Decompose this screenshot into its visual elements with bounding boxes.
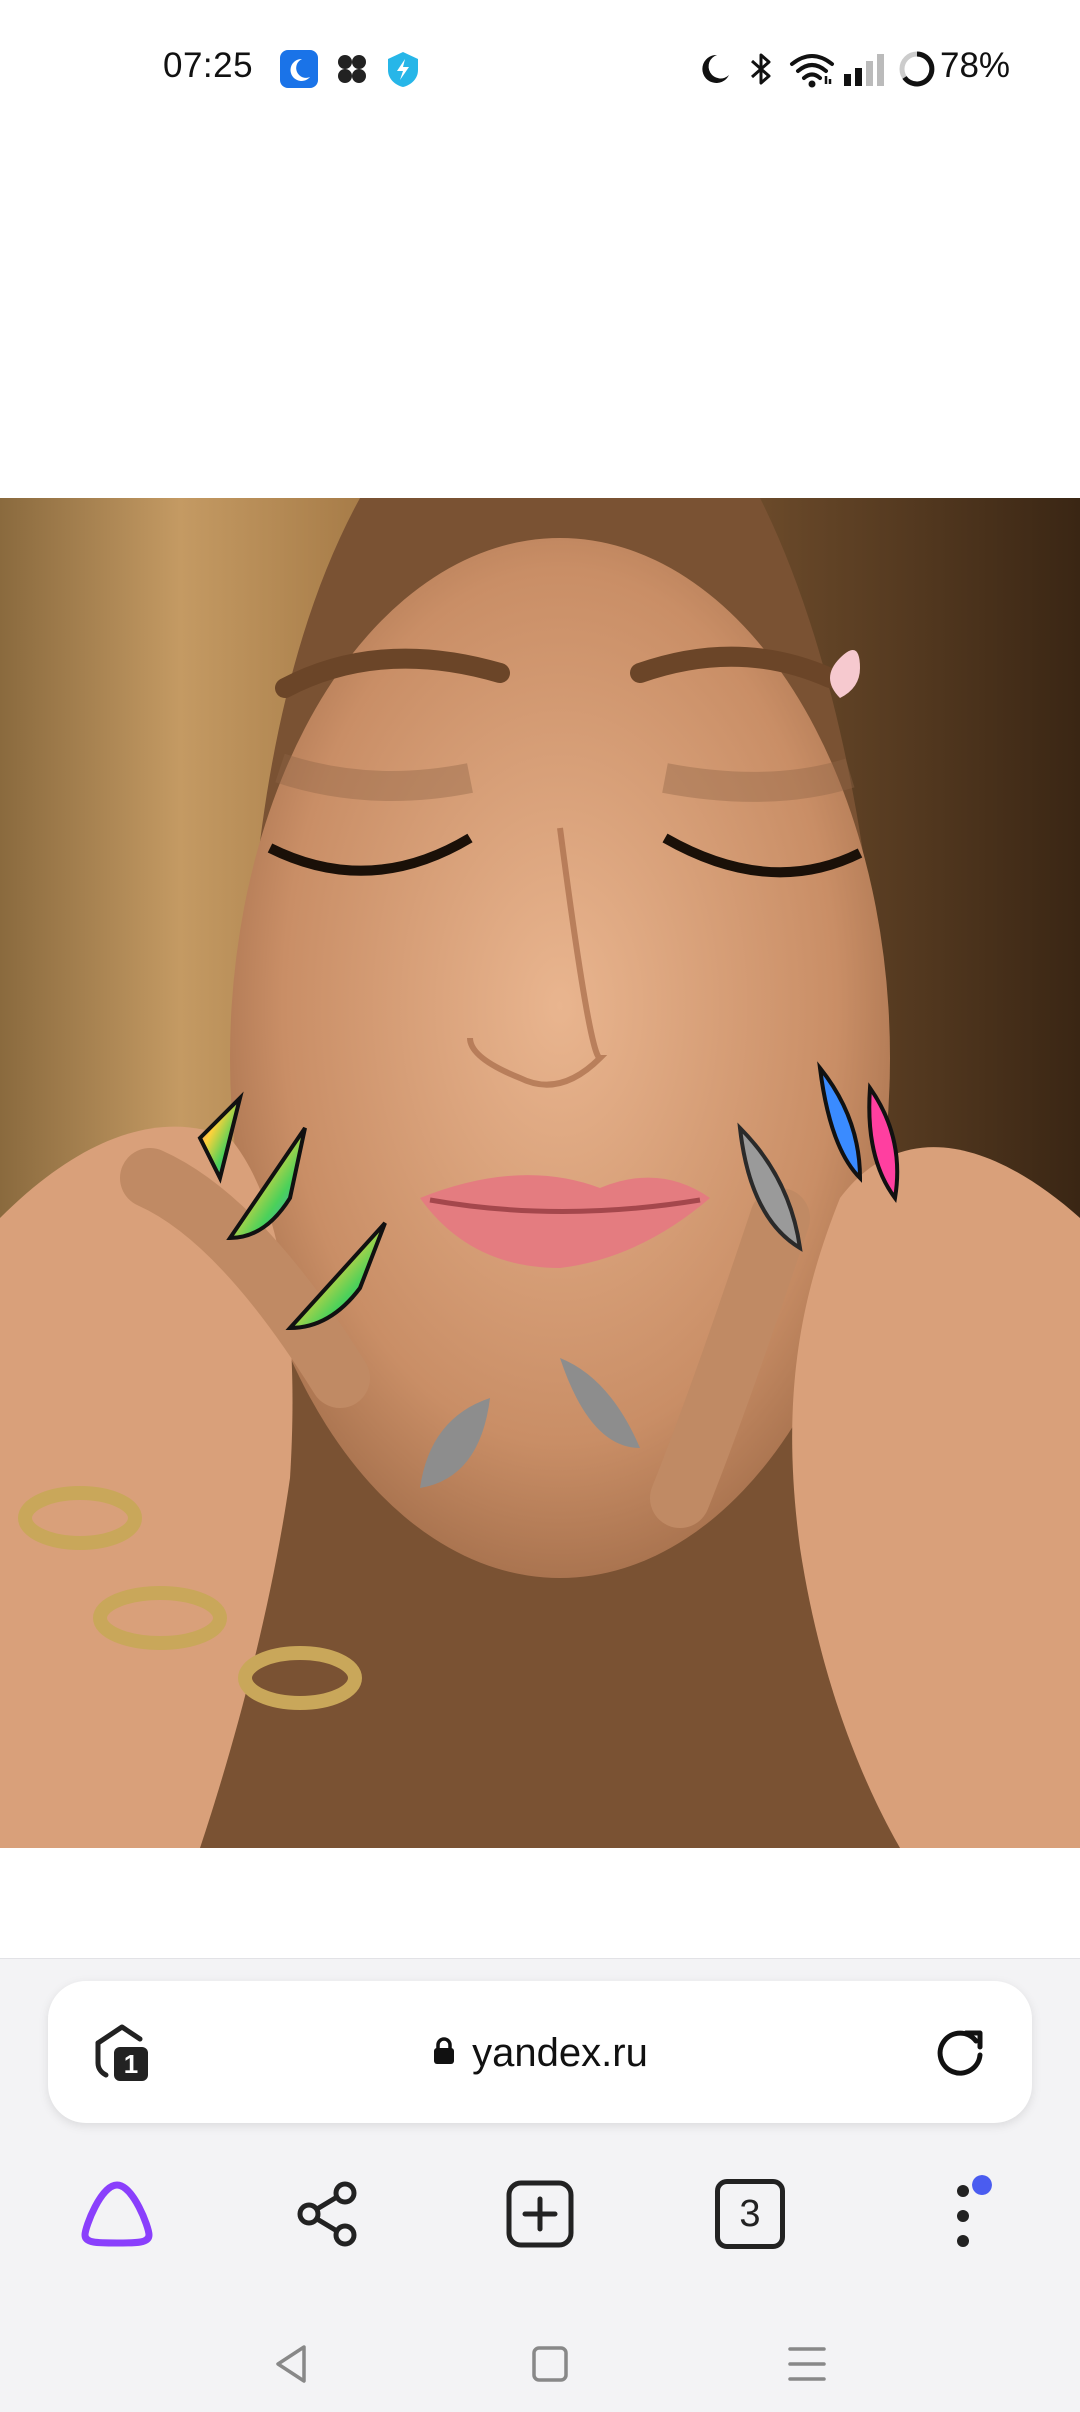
status-time: 07:25 xyxy=(163,46,254,85)
share-icon xyxy=(297,2181,357,2247)
new-tab-button[interactable] xyxy=(485,2159,595,2269)
url-display[interactable]: yandex.ru xyxy=(48,2029,1032,2076)
plus-box-icon xyxy=(506,2180,574,2248)
tabs-button[interactable]: 3 xyxy=(695,2159,805,2269)
nav-home-button[interactable] xyxy=(505,2319,595,2409)
cellular-signal-icon xyxy=(842,50,888,88)
content-image[interactable] xyxy=(0,498,1080,1848)
nav-back-button[interactable] xyxy=(246,2319,336,2409)
lock-icon xyxy=(432,2031,456,2076)
reload-icon[interactable] xyxy=(930,2021,990,2081)
browser-bottom-bar: 1 yandex.ru 3 xyxy=(0,1958,1080,2412)
web-content[interactable] xyxy=(0,140,1080,1958)
shield-bolt-icon xyxy=(384,50,422,88)
tabs-count-box: 3 xyxy=(715,2179,785,2249)
moon-app-icon xyxy=(280,50,318,88)
home-square-icon xyxy=(532,2346,568,2382)
grid-app-icon xyxy=(333,50,371,88)
address-bar[interactable]: 1 yandex.ru xyxy=(48,1981,1032,2123)
status-bar: 07:25 78% xyxy=(0,0,1080,140)
do-not-disturb-icon xyxy=(695,50,733,88)
back-triangle-icon xyxy=(276,2345,306,2383)
battery-icon xyxy=(898,50,936,88)
tabs-count: 3 xyxy=(739,2192,761,2235)
menu-button[interactable] xyxy=(908,2159,1018,2269)
nav-recents-button[interactable] xyxy=(762,2319,852,2409)
recents-lines-icon xyxy=(788,2347,826,2381)
url-text: yandex.ru xyxy=(472,2030,648,2075)
battery-percent: 78% xyxy=(940,46,1011,85)
alice-assistant-button[interactable] xyxy=(62,2159,172,2269)
share-button[interactable] xyxy=(273,2159,383,2269)
dots-icon xyxy=(957,2185,969,2247)
alice-icon xyxy=(81,2181,153,2247)
wifi-icon xyxy=(788,50,836,88)
bluetooth-icon xyxy=(742,50,780,88)
